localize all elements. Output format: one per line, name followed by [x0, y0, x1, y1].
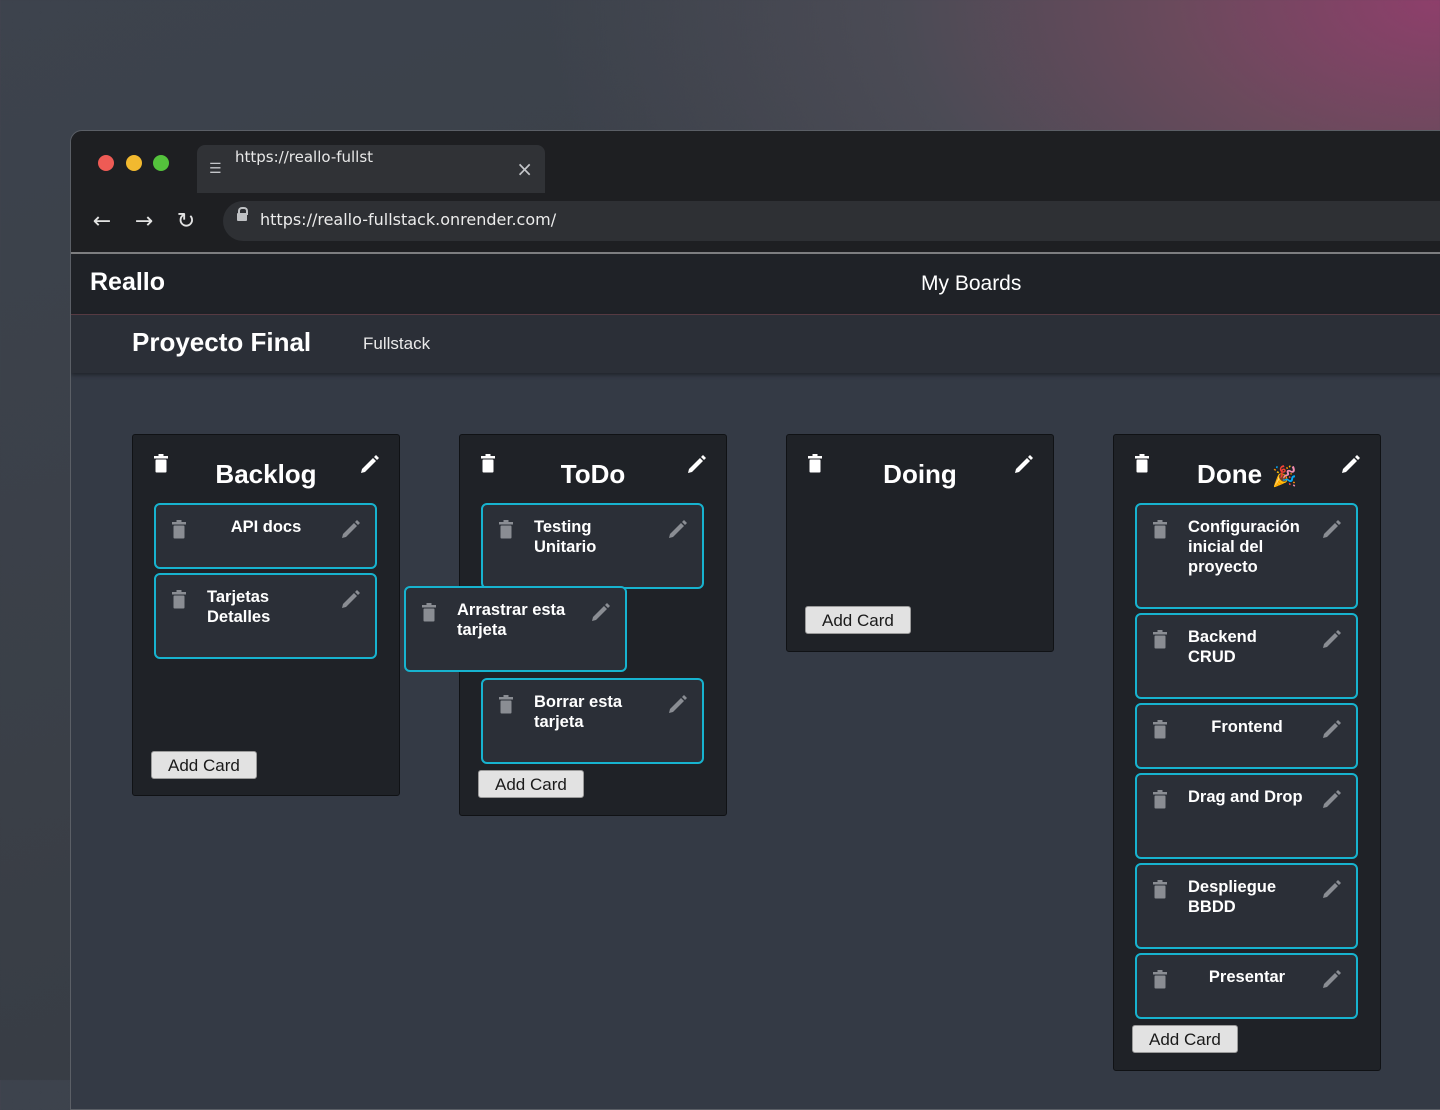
dragging-card[interactable]: Arrastrar esta tarjeta	[404, 586, 627, 672]
column-title-text: Doing	[883, 459, 957, 489]
task-card[interactable]: Presentar	[1135, 953, 1358, 1019]
browser-window: ☰ https://reallo-fullstack.onrender.com/…	[70, 130, 1440, 1110]
pencil-icon[interactable]	[341, 519, 361, 543]
column-title: ToDo	[460, 459, 726, 490]
back-button[interactable]: ←	[85, 205, 119, 239]
column-title: Done 🎉	[1114, 459, 1380, 490]
add-card-button[interactable]: Add Card	[805, 606, 911, 634]
column-title-text: Done	[1197, 459, 1263, 489]
list-column: Backlog API docs Tarjetas Detalles Add Card	[132, 434, 400, 796]
card-title: Drag and Drop	[1188, 788, 1303, 806]
pencil-icon[interactable]	[1322, 519, 1342, 543]
column-title-text: ToDo	[560, 459, 626, 489]
card-title: Testing Unitario	[534, 518, 597, 556]
close-tab-icon[interactable]: ×	[516, 157, 533, 181]
list-column: Done 🎉 Configuración inicial del proyecto B…	[1113, 434, 1381, 1071]
board-header: Proyecto Final Fullstack	[71, 315, 1440, 373]
trash-icon[interactable]	[1153, 970, 1167, 993]
pencil-icon[interactable]	[1322, 629, 1342, 653]
add-card-button[interactable]: Add Card	[478, 770, 584, 798]
column-title-text: Backlog	[215, 459, 317, 489]
pencil-icon[interactable]	[1322, 789, 1342, 813]
trash-icon[interactable]	[1153, 630, 1167, 653]
trash-icon[interactable]	[499, 695, 513, 718]
trash-icon[interactable]	[172, 520, 186, 543]
minimize-window-button[interactable]	[126, 155, 142, 171]
list-column: Doing Add Card	[786, 434, 1054, 652]
trash-icon[interactable]	[1153, 880, 1167, 903]
page-list-icon: ☰	[209, 161, 222, 177]
card-title: Backend CRUD	[1188, 628, 1257, 666]
task-card[interactable]: Tarjetas Detalles	[154, 573, 377, 659]
trash-icon[interactable]	[1153, 790, 1167, 813]
pencil-icon[interactable]	[668, 694, 688, 718]
task-card[interactable]: Borrar esta tarjeta	[481, 678, 704, 764]
card-title: Despliegue BBDD	[1188, 878, 1277, 916]
browser-chrome: ☰ https://reallo-fullstack.onrender.com/…	[71, 131, 1440, 252]
add-card-button[interactable]: Add Card	[151, 751, 257, 779]
close-window-button[interactable]	[98, 155, 114, 171]
pencil-icon[interactable]	[341, 589, 361, 613]
task-card[interactable]: Despliegue BBDD	[1135, 863, 1358, 949]
column-title: Doing	[787, 459, 1053, 490]
pencil-icon[interactable]	[1322, 969, 1342, 993]
card-title: Presentar	[1208, 968, 1286, 986]
maximize-window-button[interactable]	[153, 155, 169, 171]
lock-icon	[237, 207, 248, 221]
task-card[interactable]: Configuración inicial del proyecto	[1135, 503, 1358, 609]
url-text[interactable]: https://reallo-fullstack.onrender.com/	[260, 210, 556, 229]
task-card[interactable]: Drag and Drop	[1135, 773, 1358, 859]
card-title: Configuración inicial del proyecto	[1188, 518, 1300, 576]
task-card[interactable]: Frontend	[1135, 703, 1358, 769]
board-title: Proyecto Final	[132, 327, 312, 357]
task-card[interactable]: Testing Unitario	[481, 503, 704, 589]
browser-tab[interactable]: ☰ https://reallo-fullstack.onrender.com/…	[197, 145, 545, 219]
reload-button[interactable]: ↻	[169, 205, 203, 239]
trash-icon[interactable]	[422, 603, 436, 626]
column-title: Backlog	[133, 459, 399, 490]
trash-icon[interactable]	[1153, 520, 1167, 543]
address-bar[interactable]: https://reallo-fullstack.onrender.com/	[223, 201, 1440, 241]
card-title: API docs	[230, 518, 302, 536]
task-card[interactable]: Backend CRUD	[1135, 613, 1358, 699]
card-title: Tarjetas Detalles	[207, 588, 271, 626]
pencil-icon[interactable]	[1322, 719, 1342, 743]
trash-icon[interactable]	[172, 590, 186, 613]
board-tag: Fullstack	[363, 334, 431, 353]
task-card[interactable]: API docs	[154, 503, 377, 569]
trash-icon[interactable]	[1153, 720, 1167, 743]
pencil-icon[interactable]	[591, 602, 611, 626]
trash-icon[interactable]	[499, 520, 513, 543]
app-brand[interactable]: Reallo	[90, 268, 165, 297]
pencil-icon[interactable]	[1322, 879, 1342, 903]
card-title: Frontend	[1211, 718, 1283, 736]
card-title: Arrastrar esta tarjeta	[457, 601, 566, 639]
my-boards-link[interactable]: My Boards	[921, 272, 1021, 296]
add-card-button[interactable]: Add Card	[1132, 1025, 1238, 1053]
celebration-icon: 🎉	[1272, 466, 1297, 488]
app-header: Reallo My Boards	[71, 254, 1440, 315]
card-title: Borrar esta tarjeta	[534, 693, 623, 731]
forward-button[interactable]: →	[127, 205, 161, 239]
pencil-icon[interactable]	[668, 519, 688, 543]
